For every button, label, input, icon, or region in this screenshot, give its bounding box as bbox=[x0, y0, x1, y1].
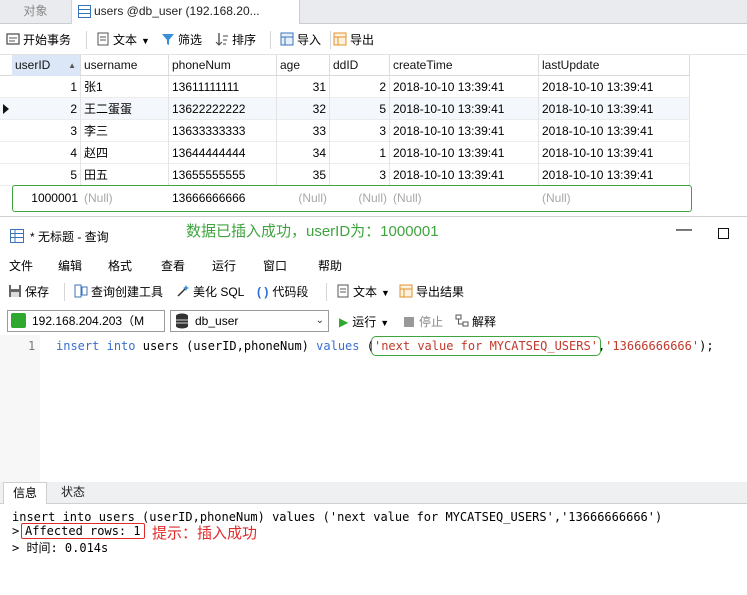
output-sql-line: insert into users (userID,phoneNum) valu… bbox=[12, 510, 663, 524]
code-snippet-button[interactable]: ( ) 代码段 bbox=[257, 283, 308, 301]
document-tab-bar: 对象 users @db_user (192.168.20... bbox=[0, 0, 747, 24]
data-grid: userID ▲ username phoneNum age ddID creat… bbox=[0, 55, 690, 186]
save-icon bbox=[9, 285, 21, 297]
column-header-createtime[interactable]: createTime bbox=[390, 55, 539, 76]
text-view-button[interactable]: 文本 ▼ bbox=[96, 31, 150, 49]
document-icon bbox=[337, 284, 349, 298]
toolbar-separator bbox=[270, 31, 271, 49]
column-header-lastupdate[interactable]: lastUpdate bbox=[539, 55, 690, 76]
play-icon: ▶ bbox=[339, 315, 349, 329]
column-header-age[interactable]: age bbox=[277, 55, 330, 76]
connection-bar: 192.168.204.203（M db_user ⌄ ▶ 运行 ▼ 停止 解释 bbox=[0, 307, 747, 335]
menu-help[interactable]: 帮助 bbox=[318, 257, 342, 274]
export-icon bbox=[333, 32, 347, 46]
toolbar-separator bbox=[326, 283, 327, 301]
query-builder-button[interactable]: 查询创建工具 bbox=[74, 283, 163, 301]
output-time: > 时间: 0.014s bbox=[12, 541, 109, 555]
text-mode-button[interactable]: 文本 ▼ bbox=[336, 283, 390, 301]
query-menu-bar: 文件 编辑 格式 查看 运行 窗口 帮助 bbox=[0, 253, 747, 277]
toolbar-separator bbox=[330, 31, 331, 49]
hint-annotation: 提示：插入成功 bbox=[152, 525, 258, 542]
connection-select[interactable]: 192.168.204.203（M bbox=[7, 310, 165, 332]
column-header-userid[interactable]: userID ▲ bbox=[12, 55, 81, 76]
toolbar-separator bbox=[64, 283, 65, 301]
sort-icon bbox=[215, 33, 228, 46]
line-number: 1 bbox=[28, 339, 36, 353]
menu-window[interactable]: 窗口 bbox=[263, 257, 287, 274]
tab-objects[interactable]: 对象 bbox=[0, 0, 72, 24]
new-row-highlight bbox=[12, 185, 692, 212]
query-window-title: * 无标题 - 查询 bbox=[30, 230, 109, 244]
explain-icon bbox=[455, 314, 469, 327]
filter-icon bbox=[162, 34, 174, 45]
tab-status[interactable]: 状态 bbox=[52, 482, 94, 504]
query-toolbar: 保存 查询创建工具 美化 SQL ( ) 代码段 文本 ▼ 导出结果 bbox=[0, 279, 747, 305]
menu-format[interactable]: 格式 bbox=[108, 257, 132, 274]
message-output: insert into users (userID,phoneNum) valu… bbox=[0, 504, 747, 595]
result-tab-bar: 信息 状态 bbox=[0, 482, 747, 504]
table-row[interactable]: 4 赵四 13644444444 34 1 2018-10-10 13:39:4… bbox=[0, 142, 690, 164]
transaction-icon bbox=[6, 33, 20, 45]
import-icon bbox=[280, 32, 294, 46]
query-table-icon bbox=[10, 229, 24, 243]
table-icon bbox=[78, 5, 91, 18]
stop-icon bbox=[404, 317, 414, 327]
table-row[interactable]: 5 田五 13655555555 35 3 2018-10-10 13:39:4… bbox=[0, 164, 690, 186]
table-row-selected[interactable]: 2 王二蛋蛋 13622222222 32 5 2018-10-10 13:39… bbox=[0, 98, 690, 120]
begin-transaction-button[interactable]: 开始事务 bbox=[6, 31, 71, 49]
menu-edit[interactable]: 编辑 bbox=[58, 257, 82, 274]
import-button[interactable]: 导入 bbox=[280, 31, 321, 49]
table-toolbar: 开始事务 文本 ▼ 筛选 排序 导入 导出 bbox=[0, 25, 747, 55]
column-header-phonenum[interactable]: phoneNum bbox=[169, 55, 277, 76]
menu-file[interactable]: 文件 bbox=[9, 257, 33, 274]
menu-run[interactable]: 运行 bbox=[212, 257, 236, 274]
table-row[interactable]: 3 李三 13633333333 33 3 2018-10-10 13:39:4… bbox=[0, 120, 690, 142]
magic-wand-icon bbox=[177, 285, 189, 297]
column-header-ddid[interactable]: ddID bbox=[330, 55, 390, 76]
sort-button[interactable]: 排序 bbox=[215, 31, 256, 49]
table-row[interactable]: 1 张1 13611111111 31 2 2018-10-10 13:39:4… bbox=[0, 76, 690, 98]
affected-rows: Affected rows: 1 bbox=[21, 523, 145, 539]
menu-view[interactable]: 查看 bbox=[161, 257, 185, 274]
filter-button[interactable]: 筛选 bbox=[161, 31, 202, 49]
toolbar-separator bbox=[86, 31, 87, 49]
run-button[interactable]: ▶ 运行 ▼ bbox=[339, 313, 389, 331]
insert-success-annotation: 数据已插入成功，userID为：1000001 bbox=[186, 223, 439, 240]
stop-button[interactable]: 停止 bbox=[404, 313, 443, 331]
connection-icon bbox=[11, 313, 26, 328]
chevron-down-icon: ▼ bbox=[141, 36, 150, 46]
chevron-down-icon: ▼ bbox=[381, 288, 390, 298]
explain-button[interactable]: 解释 bbox=[455, 313, 496, 331]
database-icon bbox=[176, 313, 188, 329]
minimize-icon[interactable]: — bbox=[676, 221, 692, 239]
tab-info[interactable]: 信息 bbox=[3, 482, 48, 504]
output-prompt: > bbox=[12, 524, 20, 538]
parentheses-icon: ( ) bbox=[257, 285, 269, 299]
database-select[interactable]: db_user ⌄ bbox=[170, 310, 329, 332]
maximize-icon[interactable] bbox=[718, 228, 729, 239]
sort-asc-icon: ▲ bbox=[68, 61, 76, 70]
tab-users-table[interactable]: users @db_user (192.168.20... bbox=[72, 0, 300, 24]
chevron-down-icon: ⌄ bbox=[315, 315, 324, 326]
query-builder-icon bbox=[74, 284, 88, 298]
grid-header-row: userID ▲ username phoneNum age ddID creat… bbox=[0, 55, 690, 76]
sequence-string-highlight: 'next value for MYCATSEQ_USERS' bbox=[370, 336, 601, 356]
export-icon bbox=[399, 284, 413, 298]
sql-code-line[interactable]: insert into users (userID,phoneNum) valu… bbox=[56, 336, 714, 356]
document-icon bbox=[97, 32, 109, 46]
save-button[interactable]: 保存 bbox=[8, 283, 49, 301]
tab-users-label: users @db_user (192.168.20... bbox=[94, 4, 260, 18]
export-result-button[interactable]: 导出结果 bbox=[399, 283, 464, 301]
beautify-sql-button[interactable]: 美化 SQL bbox=[176, 283, 244, 301]
chevron-down-icon: ▼ bbox=[380, 318, 390, 328]
column-header-username[interactable]: username bbox=[81, 55, 169, 76]
row-pointer-icon bbox=[0, 98, 12, 120]
export-button[interactable]: 导出 bbox=[333, 31, 374, 49]
